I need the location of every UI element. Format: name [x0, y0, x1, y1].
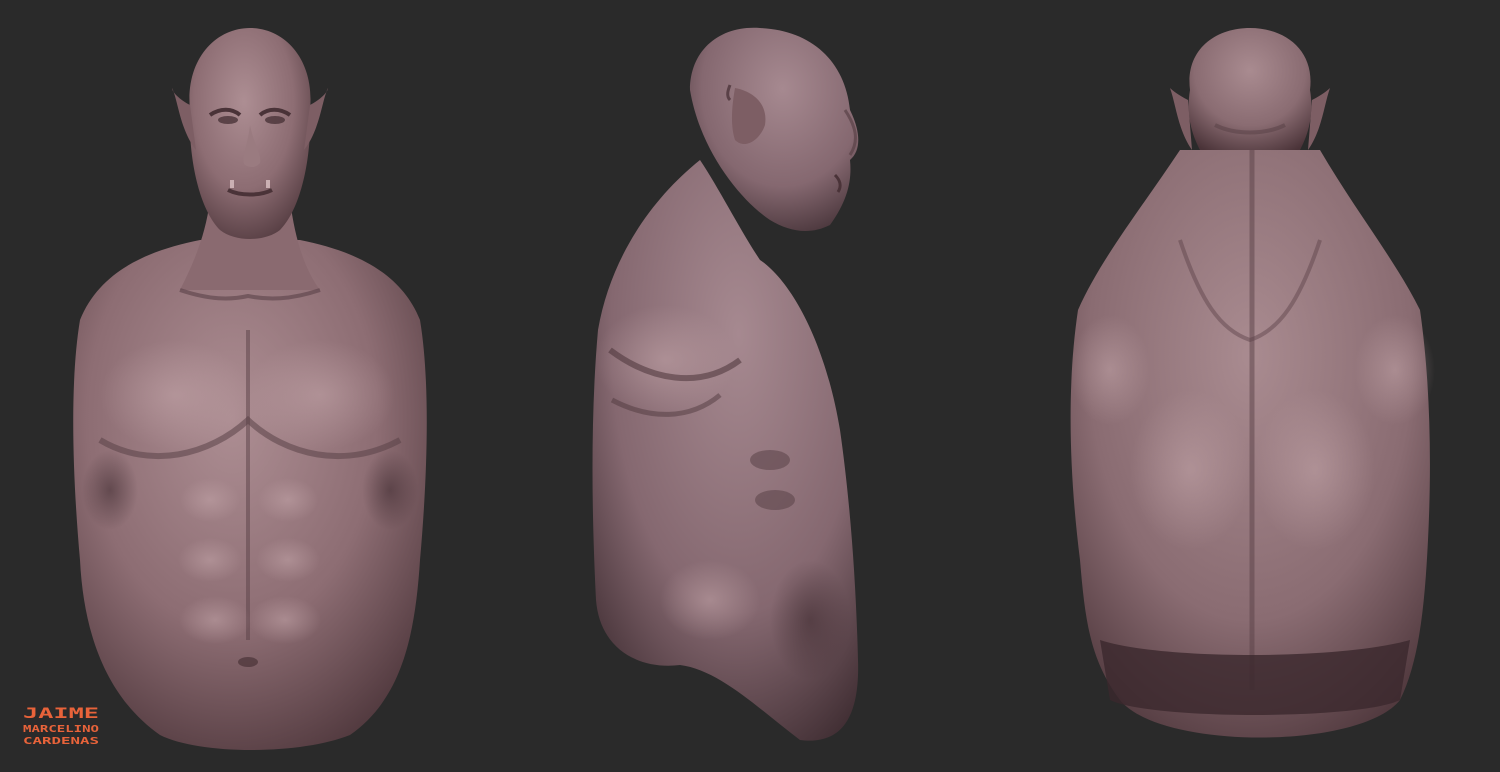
logo-line1: JAIME [23, 706, 99, 722]
back-view [1070, 28, 1435, 738]
back-torso [1070, 150, 1435, 738]
artist-logo: JAIME MARCELINO CARDENAS [22, 704, 102, 747]
front-head [172, 28, 328, 239]
sculpt-turnaround-canvas [0, 0, 1500, 768]
back-left-ear-icon [1170, 88, 1192, 150]
side-view [592, 27, 859, 741]
front-torso [73, 240, 427, 750]
back-right-ear-icon [1308, 88, 1330, 150]
side-torso [592, 160, 859, 741]
logo-line2: MARCELINO [23, 724, 99, 735]
back-head [1170, 28, 1330, 150]
front-view [73, 28, 427, 750]
logo-line3: CARDENAS [23, 736, 99, 746]
